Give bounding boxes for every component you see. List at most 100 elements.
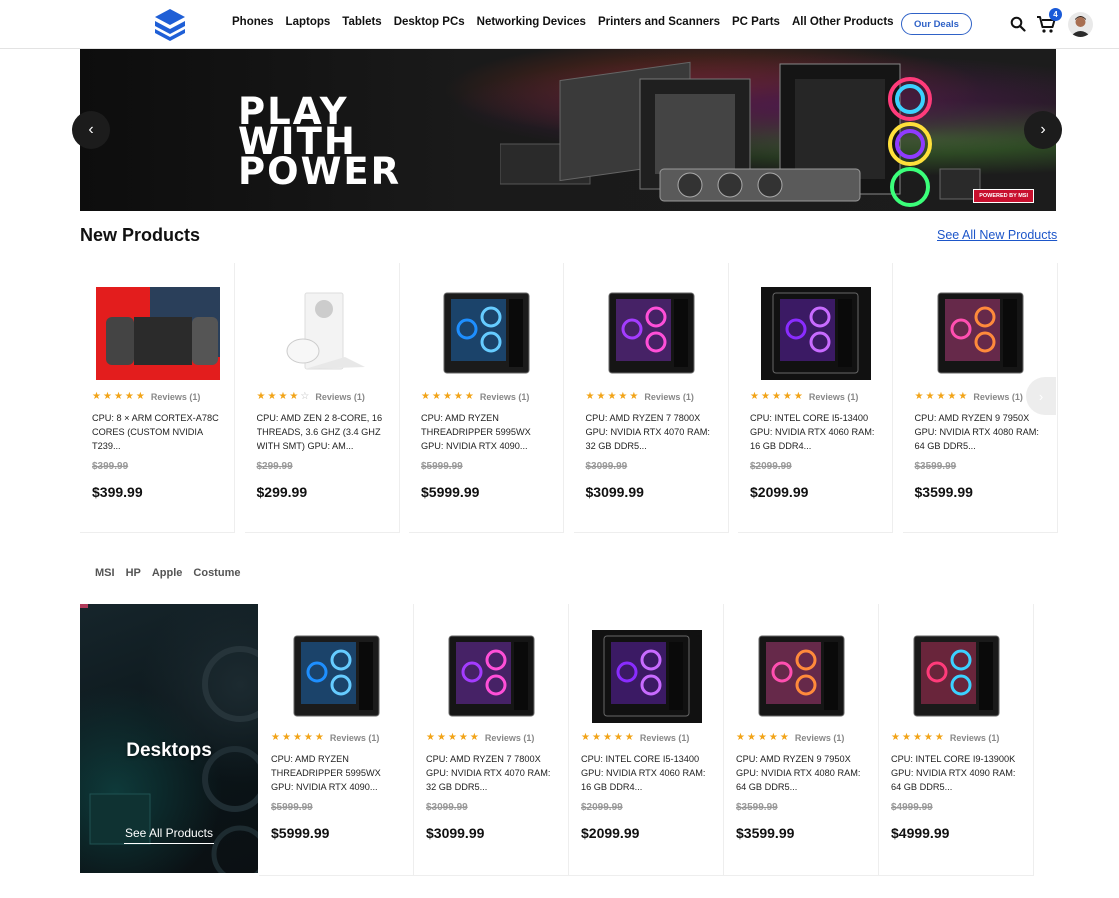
product-card[interactable]: ★ ★ ★ ★ ★ Reviews (1) CPU: AMD Ryzen 7 7800X… bbox=[573, 263, 729, 533]
product-image[interactable] bbox=[724, 630, 879, 723]
star-icon: ★ bbox=[958, 391, 968, 402]
nav-link-other[interactable]: All Other Products bbox=[792, 16, 894, 28]
product-image[interactable] bbox=[879, 630, 1034, 723]
chevron-right-icon: › bbox=[1040, 121, 1046, 138]
star-icon: ★ bbox=[947, 391, 957, 402]
star-icon: ★ bbox=[469, 732, 479, 743]
star-icon: ★ bbox=[436, 732, 446, 743]
product-image-wrap[interactable] bbox=[409, 287, 564, 380]
nav-link-pc-parts[interactable]: PC Parts bbox=[732, 16, 780, 28]
product-card[interactable]: ★ ★ ★ ★ ★ Reviews (1) CPU: 8 × ARM Cortex-A7… bbox=[80, 263, 235, 533]
brand-tab-hp[interactable]: HP bbox=[126, 567, 141, 579]
search-icon[interactable] bbox=[1010, 16, 1026, 32]
product-specs: CPU: AMD Ryzen Threadripper 5995WX GPU: … bbox=[421, 413, 531, 451]
banner-headline: PLAY WITH POWER bbox=[238, 93, 401, 190]
nav-link-laptops[interactable]: Laptops bbox=[286, 16, 331, 28]
product-image[interactable] bbox=[245, 287, 400, 380]
nav-link-tablets[interactable]: Tablets bbox=[342, 16, 381, 28]
reviews-count[interactable]: Reviews (1) bbox=[795, 733, 845, 743]
product-image[interactable] bbox=[80, 287, 235, 380]
product-image-wrap[interactable] bbox=[574, 287, 729, 380]
product-image[interactable] bbox=[414, 630, 569, 723]
star-icon: ★ bbox=[624, 732, 634, 743]
product-old-price: $2099.99 bbox=[581, 802, 623, 813]
product-image-wrap[interactable] bbox=[903, 287, 1058, 380]
new-products-title: New Products bbox=[80, 225, 201, 245]
reviews-count[interactable]: Reviews (1) bbox=[950, 733, 1000, 743]
product-rating: ★ ★ ★ ★ ★ Reviews (1) bbox=[581, 732, 690, 744]
product-card[interactable]: ★ ★ ★ ★ ★ Reviews (1) CPU: AMD Ryzen Threadr… bbox=[409, 263, 564, 533]
product-image[interactable] bbox=[259, 630, 414, 723]
product-rating: ★ ★ ★ ★ ★ Reviews (1) bbox=[426, 732, 535, 744]
reviews-count[interactable]: Reviews (1) bbox=[809, 392, 859, 402]
product-card[interactable]: ★ ★ ★ ★ ☆ Reviews (1) CPU: AMD Zen 2 8-core,… bbox=[244, 263, 400, 533]
product-image[interactable] bbox=[738, 287, 893, 380]
product-card[interactable]: ★ ★ ★ ★ ★ Reviews (1) CPU: AMD Ryzen Threadr… bbox=[259, 604, 414, 876]
product-specs: CPU: 8 × ARM Cortex-A78C cores (custom N… bbox=[92, 413, 219, 451]
product-specs: CPU: Intel Core i5-13400 GPU: NVIDIA RTX… bbox=[750, 413, 875, 451]
product-image-wrap[interactable] bbox=[569, 630, 724, 723]
product-image-wrap[interactable] bbox=[259, 630, 414, 723]
nav-link-printers[interactable]: Printers and Scanners bbox=[598, 16, 720, 28]
product-rating: ★ ★ ★ ★ ★ Reviews (1) bbox=[586, 391, 694, 403]
product-image-wrap[interactable] bbox=[879, 630, 1034, 723]
product-slider-next-button[interactable]: › bbox=[1026, 377, 1056, 415]
star-icon: ★ bbox=[768, 732, 778, 743]
reviews-count[interactable]: Reviews (1) bbox=[480, 392, 530, 402]
nav-link-networking[interactable]: Networking Devices bbox=[477, 16, 586, 28]
product-price: $2099.99 bbox=[581, 825, 640, 841]
product-image-wrap[interactable] bbox=[245, 287, 400, 380]
reviews-count[interactable]: Reviews (1) bbox=[485, 733, 535, 743]
product-image-wrap[interactable] bbox=[80, 287, 235, 380]
product-card[interactable]: ★ ★ ★ ★ ★ Reviews (1) CPU: Intel Core i5-134… bbox=[738, 263, 893, 533]
see-all-new-products-link[interactable]: See All New Products bbox=[937, 228, 1057, 242]
promo-category-title: Desktops bbox=[126, 740, 212, 761]
nav-link-desktop-pcs[interactable]: Desktop PCs bbox=[394, 16, 465, 28]
carousel-next-button[interactable]: › bbox=[1024, 111, 1062, 149]
product-rating: ★ ★ ★ ★ ★ Reviews (1) bbox=[736, 732, 845, 744]
product-image[interactable] bbox=[574, 287, 729, 380]
nav-link-phones[interactable]: Phones bbox=[232, 16, 274, 28]
star-icon: ★ bbox=[453, 391, 463, 402]
reviews-count[interactable]: Reviews (1) bbox=[315, 392, 365, 402]
star-icon: ★ bbox=[901, 732, 911, 743]
brand-tab-msi[interactable]: MSI bbox=[95, 567, 115, 579]
product-old-price: $4999.99 bbox=[891, 802, 933, 813]
reviews-count[interactable]: Reviews (1) bbox=[973, 392, 1023, 402]
product-card[interactable]: ★ ★ ★ ★ ★ Reviews (1) CPU: Intel Core i9-139… bbox=[879, 604, 1034, 876]
product-card[interactable]: ★ ★ ★ ★ ★ Reviews (1) CPU: Intel Core i5-134… bbox=[569, 604, 724, 876]
category-promo-desktops[interactable]: Desktops See All Products bbox=[80, 604, 258, 873]
pc-hardware-graphic bbox=[500, 61, 981, 207]
our-deals-button[interactable]: Our Deals bbox=[901, 13, 972, 35]
reviews-count[interactable]: Reviews (1) bbox=[644, 392, 694, 402]
reviews-count[interactable]: Reviews (1) bbox=[640, 733, 690, 743]
product-card[interactable]: ★ ★ ★ ★ ★ Reviews (1) CPU: AMD Ryzen 9 7950X… bbox=[724, 604, 879, 876]
reviews-count[interactable]: Reviews (1) bbox=[330, 733, 380, 743]
hero-banner[interactable]: PLAY WITH POWER POWERED BY MSI bbox=[80, 49, 1056, 211]
star-icon: ★ bbox=[629, 391, 639, 402]
reviews-count[interactable]: Reviews (1) bbox=[151, 392, 201, 402]
product-image[interactable] bbox=[409, 287, 564, 380]
brand-tab-apple[interactable]: Apple bbox=[152, 567, 183, 579]
star-icon: ★ bbox=[271, 732, 280, 743]
product-specs: CPU: AMD Ryzen Threadripper 5995WX GPU: … bbox=[271, 754, 381, 792]
product-image-wrap[interactable] bbox=[724, 630, 879, 723]
product-image-wrap[interactable] bbox=[414, 630, 569, 723]
product-rating: ★ ★ ★ ★ ★ Reviews (1) bbox=[92, 392, 201, 403]
product-price: $5999.99 bbox=[271, 825, 330, 841]
product-rating: ★ ★ ★ ★ ★ Reviews (1) bbox=[421, 391, 530, 403]
product-old-price: $3099.99 bbox=[426, 802, 468, 813]
avatar[interactable] bbox=[1068, 12, 1093, 37]
star-icon: ★ bbox=[891, 732, 900, 743]
see-all-products-link[interactable]: See All Products bbox=[124, 826, 214, 844]
carousel-prev-button[interactable]: ‹ bbox=[72, 111, 110, 149]
product-image-wrap[interactable] bbox=[738, 287, 893, 380]
brand-tab-costume[interactable]: Costume bbox=[193, 567, 240, 579]
product-old-price: $299.99 bbox=[256, 461, 293, 472]
product-card[interactable]: ★ ★ ★ ★ ★ Reviews (1) CPU: AMD Ryzen 7 7800X… bbox=[414, 604, 569, 876]
logo-icon[interactable] bbox=[155, 9, 185, 41]
product-specs: CPU: AMD Ryzen 7 7800X GPU: NVIDIA RTX 4… bbox=[426, 754, 551, 792]
product-rating: ★ ★ ★ ★ ★ Reviews (1) bbox=[271, 732, 380, 744]
product-image[interactable] bbox=[903, 287, 1058, 380]
product-image[interactable] bbox=[569, 630, 724, 723]
